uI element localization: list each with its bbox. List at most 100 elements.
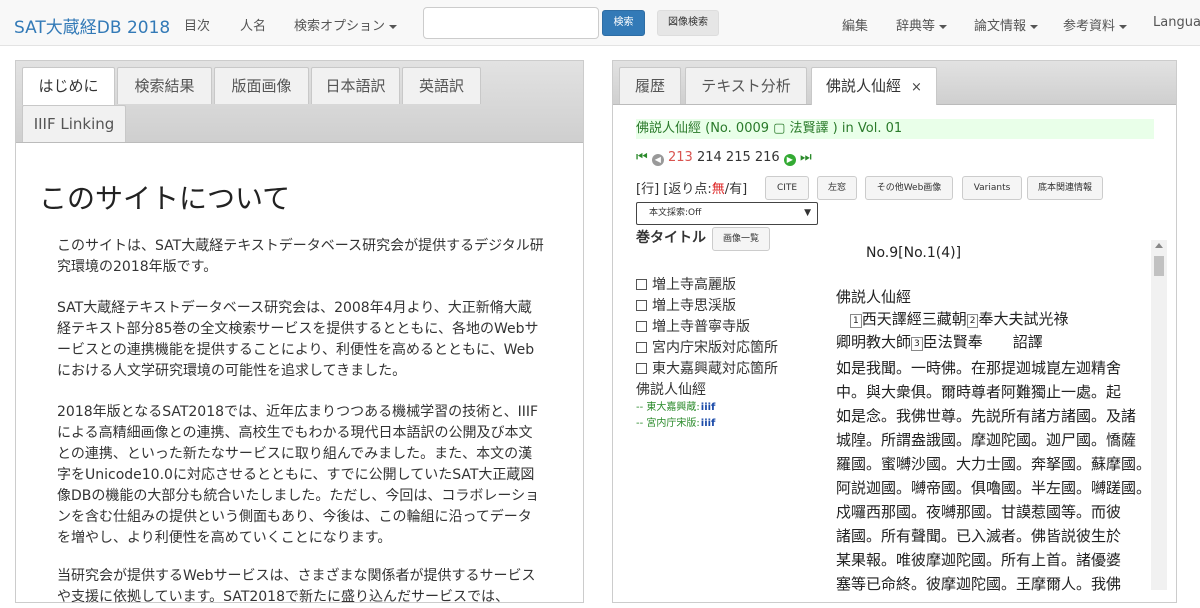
tab-search-results[interactable]: 検索結果 [117, 67, 212, 104]
page-215[interactable]: 215 [726, 150, 751, 165]
tab-sutra[interactable]: 佛説人仙經 × [811, 67, 937, 105]
nav-papers-label: 論文情報 [974, 19, 1027, 34]
sutra-name: 佛説人仙經 [636, 382, 706, 398]
translator-text: 奉大夫試光祿 [978, 310, 1069, 328]
tab-text-analysis[interactable]: テキスト分析 [685, 67, 807, 104]
right-tab-bar: 履歴 テキスト分析 佛説人仙經 × [613, 61, 1176, 105]
kaeri-no[interactable]: 無 [712, 182, 725, 197]
nav-search-options[interactable]: 検索オプション [294, 15, 397, 34]
nav-dictionaries[interactable]: 辞典等 [896, 15, 947, 34]
search-button[interactable]: 検索 [602, 10, 645, 36]
iiif-icon[interactable]: iiif [701, 402, 716, 413]
intro-paragraph-1: このサイトは、SAT大蔵経テキストデータベース研究会が提供するデジタル研究環境の… [57, 238, 544, 275]
checkbox-label: 増上寺高麗版 [652, 277, 736, 293]
brand-link[interactable]: SAT大蔵経DB 2018 [14, 13, 170, 38]
tab-english-translation[interactable]: 英語訳 [402, 67, 481, 104]
sutra-line: 塞等已命終。彼摩迦陀國。王摩爾人。我佛 [836, 575, 1122, 593]
left-tab-bar: はじめに 検索結果 版面画像 日本語訳 英語訳 IIIF Linking [16, 61, 583, 143]
tab-sutra-label: 佛説人仙經 [826, 77, 902, 95]
page-title: このサイトについて [39, 182, 291, 215]
checkbox-icon [636, 279, 647, 290]
sutra-line: 城隍。所謂盎誐國。摩迦陀國。迦尸國。憍薩 [836, 431, 1137, 449]
first-page-icon[interactable]: ⏮ [636, 150, 648, 165]
link-kunaicho-label: -- 宮内庁宋版: [636, 418, 700, 429]
checkbox-icon [636, 342, 647, 353]
checkbox-zojoji-puning[interactable]: 増上寺普寧寺版 [636, 316, 750, 336]
translator-line-1: 1 西天譯經三藏朝 2 奉大夫試光祿 [850, 308, 1069, 330]
page-214[interactable]: 214 [697, 150, 722, 165]
link-todai-label: -- 東大嘉興蔵: [636, 402, 700, 413]
left-window-button[interactable]: 左窓 [817, 176, 857, 200]
tab-iiif-linking[interactable]: IIIF Linking [22, 105, 126, 142]
next-page-icon[interactable]: ▶ [783, 154, 796, 166]
tab-intro[interactable]: はじめに [22, 67, 115, 105]
checkbox-kunaicho-song[interactable]: 宮内庁宋版対応箇所 [636, 337, 778, 357]
kaeri-label: [返り点: [663, 182, 712, 197]
note-marker[interactable]: 2 [966, 314, 979, 328]
checkbox-label: 増上寺思渓版 [652, 298, 736, 314]
checkbox-zojoji-sixi[interactable]: 増上寺思渓版 [636, 295, 736, 315]
top-navbar: SAT大蔵経DB 2018 目次 人名 検索オプション 検索 図像検索 編集 辞… [0, 0, 1200, 46]
sutra-line: 羅國。蜜嚩沙國。大力士國。奔拏國。蘇摩國。 [836, 455, 1152, 473]
link-kunaicho-song[interactable]: -- 宮内庁宋版:iiif [636, 414, 715, 429]
nav-search-options-label: 検索オプション [294, 19, 386, 34]
nav-language[interactable]: Languag [1153, 15, 1200, 30]
nav-dictionaries-label: 辞典等 [896, 19, 936, 34]
translator-text: 西天譯經三藏朝 [861, 310, 967, 328]
display-options: [行] [返り点:無/有] [636, 178, 747, 197]
sutra-header: 佛説人仙經 (No. 0009 ▢ 法賢譯 ) in Vol. 01 [636, 119, 1154, 139]
tab-history[interactable]: 履歴 [619, 67, 681, 104]
scroll-thumb[interactable] [1154, 256, 1164, 276]
note-marker[interactable]: 3 [911, 337, 923, 351]
close-icon[interactable]: × [911, 80, 922, 95]
sutra-line: 戍囉西那國。夜嚩那國。甘謨惹國等。而彼 [836, 503, 1122, 521]
sutra-text-scrollbar[interactable] [1151, 240, 1167, 590]
image-list-button[interactable]: 画像一覧 [712, 227, 770, 251]
sutra-line: 如是念。我佛世尊。先説所有諸方諸國。及諸 [836, 407, 1137, 425]
checkbox-todai-jiaxing[interactable]: 東大嘉興蔵対応箇所 [636, 358, 778, 378]
nav-contents[interactable]: 目次 [184, 15, 210, 34]
last-page-icon[interactable]: ⏭ [800, 150, 812, 165]
prev-page-icon[interactable]: ◀ [651, 154, 664, 166]
text-search-select[interactable]: 本文採索:Off ▼ [636, 202, 818, 225]
cite-button[interactable]: CITE [765, 176, 809, 200]
note-marker[interactable]: 1 [850, 314, 862, 328]
link-todai-jiaxing[interactable]: -- 東大嘉興蔵:iiif [636, 398, 715, 413]
scroll-up-icon[interactable] [1155, 243, 1163, 248]
nav-references[interactable]: 参考資料 [1063, 15, 1127, 34]
text-search-select-value: 本文採索:Off [649, 208, 702, 218]
sutra-number: No.9[No.1(4)] [866, 245, 962, 261]
source-info-button[interactable]: 底本関連情報 [1027, 176, 1103, 200]
checkbox-zojoji-korean[interactable]: 増上寺高麗版 [636, 274, 736, 294]
maki-title: 巻タイトル [636, 230, 706, 246]
translator-line-2: 卿明教大師 3 臣法賢奉 詔譯 [836, 331, 1043, 353]
search-input[interactable] [423, 7, 599, 39]
iiif-icon[interactable]: iiif [701, 418, 716, 429]
nav-papers[interactable]: 論文情報 [974, 15, 1038, 34]
tab-japanese-translation[interactable]: 日本語訳 [311, 67, 400, 104]
kaeri-yes[interactable]: /有] [725, 182, 747, 197]
checkbox-icon [636, 300, 647, 311]
intro-paragraph-3: 2018年版となるSAT2018では、近年広まりつつある機械学習の技術と、III… [57, 404, 540, 546]
gyo-toggle[interactable]: [行] [636, 182, 659, 197]
page-current[interactable]: 213 [668, 150, 693, 165]
sutra-line: 如是我聞。一時佛。在那提迦城崑左迦精舍 [836, 359, 1122, 377]
nav-edit[interactable]: 編集 [842, 15, 868, 34]
tab-page-image[interactable]: 版面画像 [214, 67, 309, 104]
sutra-text-title: 佛説人仙經 [836, 288, 912, 306]
nav-names[interactable]: 人名 [240, 15, 266, 34]
image-search-button[interactable]: 図像検索 [657, 10, 719, 36]
intro-paragraph-4: 当研究会が提供するWebサービスは、さまざまな関係者が提供するサービスや支援に依… [57, 568, 536, 605]
page-216[interactable]: 216 [755, 150, 780, 165]
checkbox-label: 増上寺普寧寺版 [652, 319, 750, 335]
checkbox-label: 宮内庁宋版対応箇所 [652, 340, 778, 356]
variants-button[interactable]: Variants [962, 176, 1022, 200]
translator-text: 臣法賢奉 詔譯 [922, 333, 1043, 351]
translator-text: 卿明教大師 [836, 333, 912, 351]
page-navigator: ⏮ ◀ 213 214 215 216 ▶ ⏭ [636, 150, 812, 166]
sutra-line: 諸國。所有聲聞。已入滅者。佛皆説彼生於 [836, 527, 1122, 545]
sutra-line: 中。與大衆俱。爾時尊者阿難獨止一處。起 [836, 383, 1122, 401]
intro-paragraph-2: SAT大蔵経テキストデータベース研究会は、2008年4月より、大正新脩大蔵経テキ… [57, 300, 539, 379]
other-web-images-button[interactable]: その他Web画像 [865, 176, 953, 200]
chevron-down-icon: ▼ [804, 208, 811, 218]
